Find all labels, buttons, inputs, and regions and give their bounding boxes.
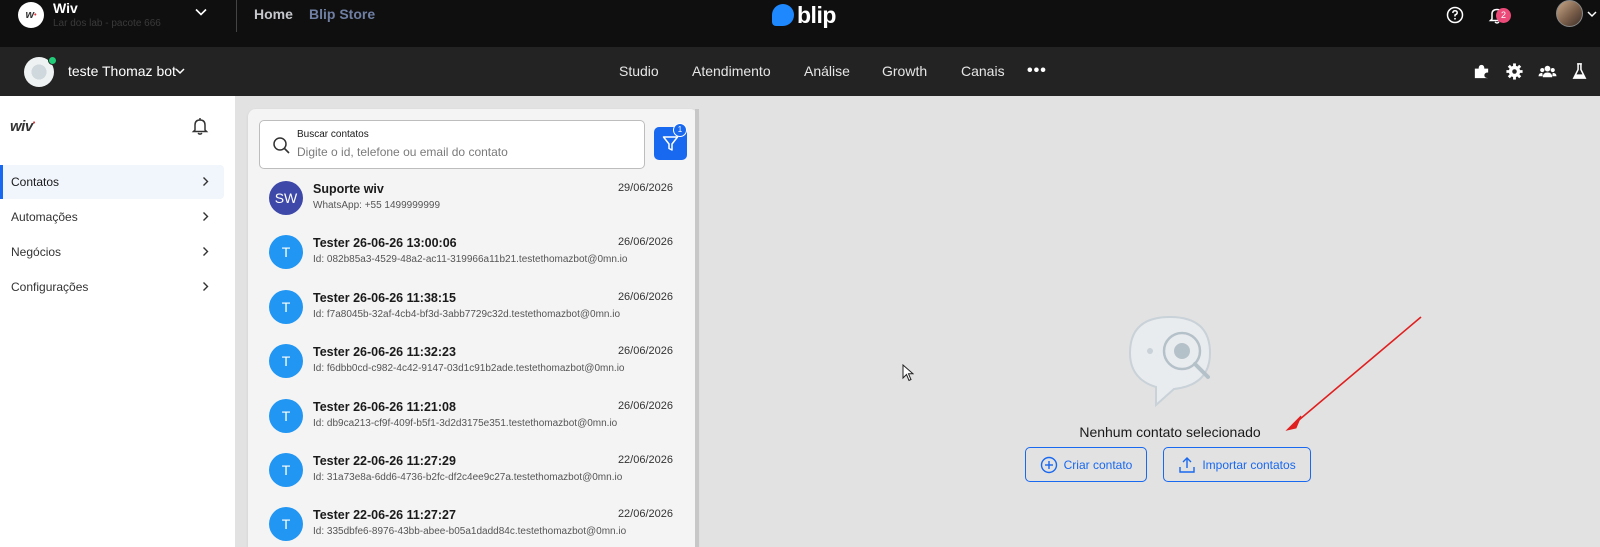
brand-name: blip	[797, 1, 836, 28]
org-name[interactable]: Wiv	[53, 0, 78, 16]
wiv-logo: wiv•	[10, 118, 35, 135]
nav-studio[interactable]: Studio	[619, 63, 659, 79]
contact-item[interactable]: T Tester 22-06-26 11:27:27 Id: 335dbfe6-…	[248, 505, 698, 547]
contact-name: Tester 22-06-26 11:27:29	[313, 453, 456, 468]
org-subtitle: Lar dos lab - pacote 666	[53, 18, 161, 29]
contact-detail: Id: 082b85a3-4529-48a2-ac11-319966a11b21…	[313, 254, 628, 266]
red-arrow-annotation	[1285, 316, 1422, 431]
contact-item[interactable]: SW Suporte wiv WhatsApp: +55 1499999999 …	[248, 179, 698, 233]
scrollbar[interactable]	[695, 109, 699, 547]
sidebar-item-configuracoes[interactable]: Configurações	[0, 270, 224, 304]
contact-date: 26/06/2026	[617, 345, 673, 358]
contact-date: 22/06/2026	[617, 453, 673, 466]
team-icon[interactable]	[1538, 62, 1557, 81]
search-input[interactable]	[297, 145, 627, 159]
contact-item[interactable]: T Tester 26-06-26 11:21:08 Id: db9ca213-…	[248, 397, 698, 451]
notification-count-badge: 2	[1496, 8, 1511, 23]
bot-bar: teste Thomaz bot Studio Atendimento Anál…	[0, 47, 1600, 96]
search-box[interactable]: Buscar contatos	[259, 120, 645, 169]
contact-date: 22/06/2026	[617, 508, 673, 521]
contacts-panel: Buscar contatos 1 SW Suporte wiv WhatsAp…	[248, 109, 698, 547]
contact-item[interactable]: T Tester 22-06-26 11:27:29 Id: 31a73e8a-…	[248, 451, 698, 505]
create-contact-button[interactable]: Criar contato	[1025, 447, 1147, 482]
empty-state-title: Nenhum contato selecionado	[1079, 424, 1261, 440]
contact-item[interactable]: T Tester 26-06-26 11:32:23 Id: f6dbb0cd-…	[248, 342, 698, 396]
chevron-right-icon	[203, 247, 209, 256]
blip-drop-icon	[772, 4, 794, 26]
sidebar-item-negocios[interactable]: Negócios	[0, 235, 224, 269]
search-chat-illustration-icon	[1128, 315, 1212, 408]
contact-avatar: T	[269, 289, 303, 324]
contact-name: Tester 22-06-26 11:27:27	[313, 508, 456, 523]
contact-avatar: T	[269, 235, 303, 270]
online-status-dot	[48, 56, 57, 65]
contact-item[interactable]: T Tester 26-06-26 13:00:06 Id: 082b85a3-…	[248, 233, 698, 287]
contact-item[interactable]: T Tester 26-06-26 11:38:15 Id: f7a8045b-…	[248, 288, 698, 342]
sidebar-item-automacoes[interactable]: Automações	[0, 200, 224, 234]
bot-name[interactable]: teste Thomaz bot	[68, 63, 176, 79]
sidebar-item-label: Configurações	[11, 280, 89, 294]
contact-avatar: T	[269, 344, 303, 379]
chevron-right-icon	[203, 177, 209, 186]
org-logo-icon[interactable]: w •	[18, 2, 44, 28]
more-menu-icon[interactable]: •••	[1027, 62, 1047, 80]
contact-detail: Id: f6dbb0cd-c982-4c42-9147-03d1c91b2ade…	[313, 363, 625, 375]
upload-icon	[1179, 456, 1196, 473]
filter-icon	[662, 136, 679, 151]
contact-avatar: T	[269, 507, 303, 542]
contact-detail: Id: 31a73e8a-6dd6-4736-b2fc-df2c4ee9c27a…	[313, 471, 623, 483]
search-label: Buscar contatos	[297, 129, 369, 140]
chevron-down-icon[interactable]	[1586, 8, 1598, 20]
mouse-cursor-icon	[902, 364, 914, 382]
wiv-logo-text: wiv	[10, 118, 33, 135]
sidebar-item-contatos[interactable]: Contatos	[0, 165, 224, 199]
contact-avatar: SW	[269, 181, 303, 215]
home-link[interactable]: Home	[254, 6, 293, 22]
contact-date: 29/06/2026	[617, 182, 673, 194]
sidebar-item-label: Negócios	[11, 245, 62, 259]
contact-detail: Id: db9ca213-cf9f-409f-b5f1-3d2d3175e351…	[313, 417, 618, 429]
nav-growth[interactable]: Growth	[882, 63, 927, 79]
import-contacts-label: Importar contatos	[1202, 457, 1296, 472]
blip-logo[interactable]: blip	[772, 0, 836, 30]
contact-detail: Id: 335dbfe6-8976-43bb-abee-b05a1dadd84c…	[313, 526, 627, 538]
divider	[236, 0, 237, 32]
user-avatar[interactable]	[1556, 0, 1583, 27]
contact-date: 26/06/2026	[617, 399, 673, 412]
top-bar: w • Wiv Lar dos lab - pacote 666 Home Bli…	[0, 0, 1600, 47]
contact-list: SW Suporte wiv WhatsApp: +55 1499999999 …	[248, 179, 698, 547]
gear-icon[interactable]	[1505, 62, 1524, 81]
contact-date: 26/06/2026	[617, 236, 673, 249]
filter-count-badge: 1	[673, 123, 687, 137]
search-icon	[273, 137, 290, 154]
nav-canais[interactable]: Canais	[961, 63, 1005, 79]
sidebar: wiv• Contatos Automações Negócios Config…	[0, 96, 235, 547]
puzzle-icon[interactable]	[1472, 62, 1491, 81]
import-contacts-button[interactable]: Importar contatos	[1163, 447, 1311, 482]
contact-detail: Id: f7a8045b-32af-4cb4-bf3d-3abb7729c32d…	[313, 308, 621, 320]
contact-name: Tester 26-06-26 11:38:15	[313, 290, 456, 305]
create-contact-label: Criar contato	[1063, 457, 1133, 472]
chevron-down-icon[interactable]	[194, 5, 208, 19]
help-icon[interactable]	[1446, 6, 1464, 24]
contact-name: Tester 26-06-26 13:00:06	[313, 236, 457, 251]
chevron-down-icon[interactable]	[174, 65, 186, 77]
contact-name: Suporte wiv	[313, 182, 384, 196]
blip-store-link[interactable]: Blip Store	[309, 6, 375, 22]
nav-atendimento[interactable]: Atendimento	[692, 63, 771, 79]
contact-name: Tester 26-06-26 11:32:23	[313, 345, 456, 360]
plus-circle-icon	[1040, 456, 1057, 473]
contact-date: 26/06/2026	[617, 290, 673, 303]
chevron-right-icon	[203, 212, 209, 221]
contact-avatar: T	[269, 452, 303, 487]
bell-icon[interactable]	[190, 116, 210, 136]
nav-analise[interactable]: Análise	[804, 63, 850, 79]
contact-detail: WhatsApp: +55 1499999999	[313, 200, 441, 211]
chevron-right-icon	[203, 282, 209, 291]
sidebar-item-label: Automações	[11, 210, 78, 224]
contact-name: Tester 26-06-26 11:21:08	[313, 399, 456, 414]
contact-avatar: T	[269, 398, 303, 433]
flask-icon[interactable]	[1570, 62, 1589, 81]
sidebar-item-label: Contatos	[11, 175, 60, 189]
